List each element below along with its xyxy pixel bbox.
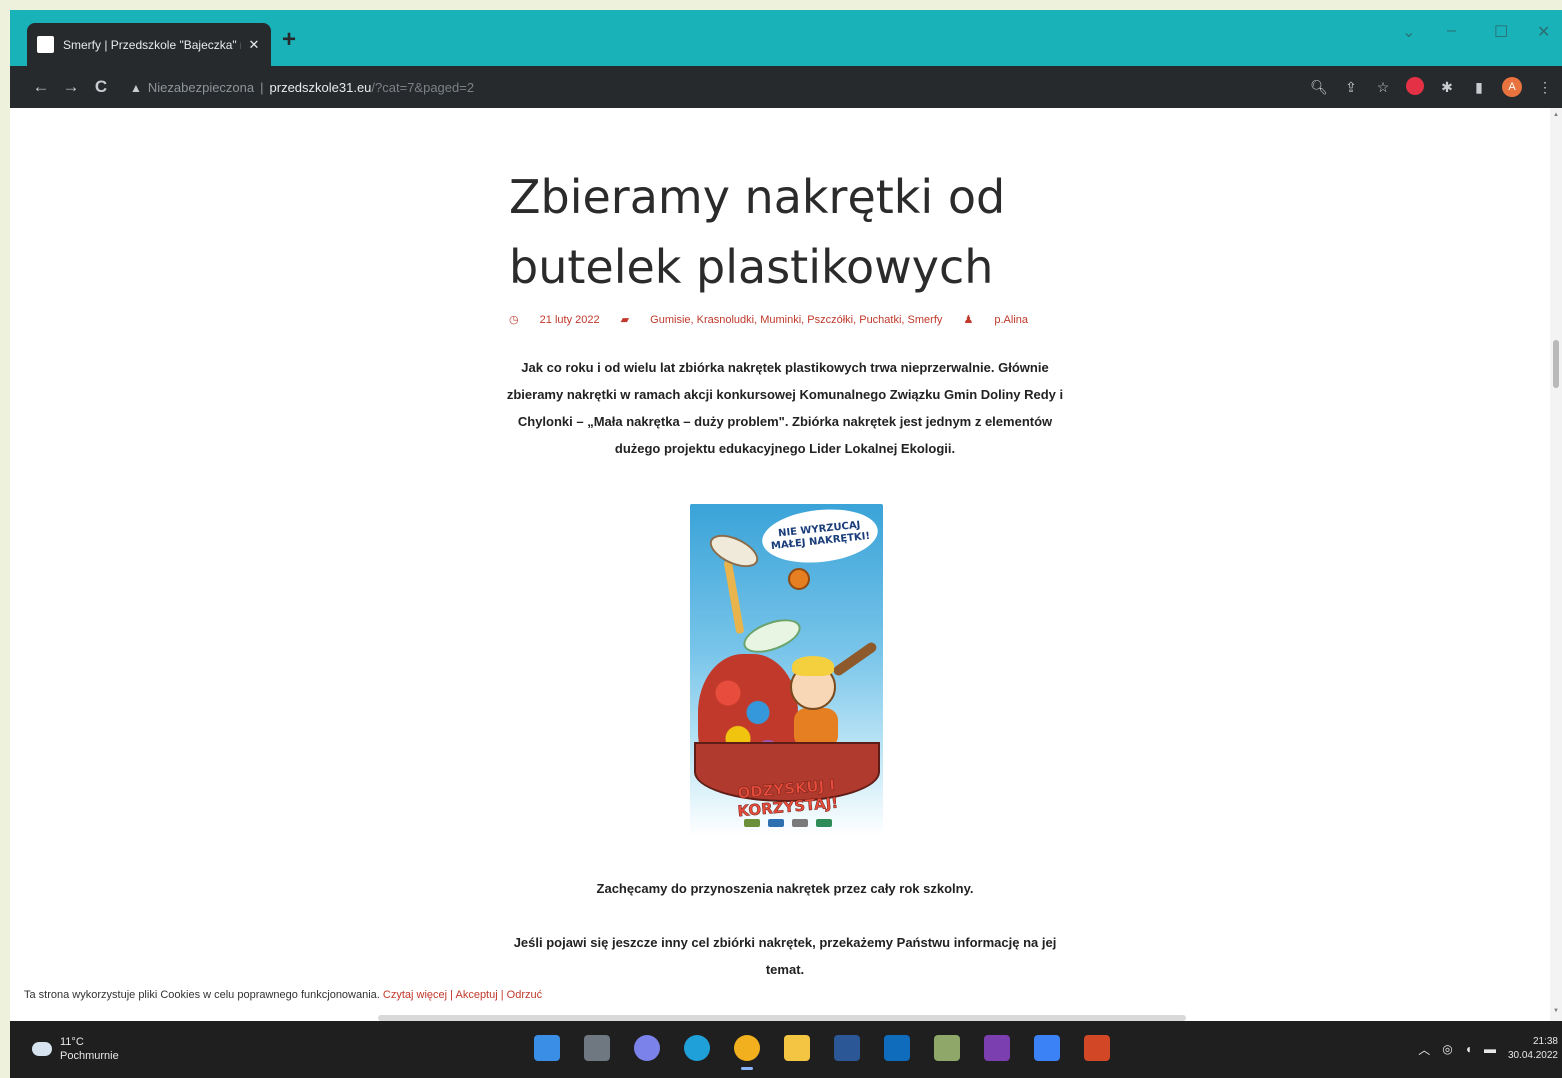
poster-stork-head [704,528,764,574]
poster-paddle [831,640,879,678]
chrome-icon[interactable] [734,1035,760,1070]
tab-close-icon[interactable]: ✕ [247,37,261,53]
cookie-bar: Ta strona wykorzystuje pliki Cookies w c… [24,989,542,1001]
sponsor-logo [816,819,832,827]
cookie-text: Ta strona wykorzystuje pliki Cookies w c… [24,989,380,1001]
file-explorer-icon[interactable] [784,1035,810,1061]
scroll-down-arrow-icon[interactable]: ▼ [1553,1008,1559,1014]
browser-toolbar: ← → C ▲ Niezabezpieczona | przedszkole31… [10,66,1562,108]
poster-logos [708,816,868,830]
volume-icon[interactable]: ◖ [1465,1042,1472,1056]
outlook-icon[interactable] [884,1035,910,1061]
vertical-scrollbar[interactable]: ▲ ▼ [1550,108,1562,1021]
adblock-extension-icon[interactable] [1406,76,1424,98]
windows-taskbar: 11°C Pochmurnie ︿ ◎ ◖ ▬ 21:38 30.04.2022 [10,1021,1562,1078]
tab-search-icon[interactable]: ⌄ [1402,22,1415,42]
post-title[interactable]: Zbieramy nakrętki od butelek plastikowyc… [509,162,1109,302]
poster-speech-bubble: NIE WYRZUCAJ MAŁEJ NAKRĘTKI! [759,504,881,568]
edge-icon[interactable] [684,1035,710,1061]
minimize-button[interactable]: – [1447,22,1456,40]
security-label[interactable]: Niezabezpieczona [148,80,254,95]
onenote-icon[interactable] [984,1035,1010,1061]
post-date[interactable]: ◷ 21 luty 2022 [509,314,600,326]
poster-scarf [739,612,805,660]
battery-icon[interactable]: ▬ [1484,1042,1496,1056]
new-tab-button[interactable]: + [282,28,296,52]
extensions-puzzle-icon[interactable]: ✱ [1438,79,1456,96]
sponsor-logo [744,819,760,827]
share-icon[interactable]: ⇪ [1342,79,1360,96]
scroll-up-arrow-icon[interactable]: ▲ [1553,112,1559,118]
sponsor-logo [792,819,808,827]
zoom-icon[interactable]: 🔍︎ [1310,79,1328,96]
weather-temperature: 11°C [60,1036,84,1048]
clock-date: 30.04.2022 [1507,1050,1558,1061]
taskbar-apps [534,1035,1110,1070]
clock-icon: ◷ [509,314,522,326]
close-window-button[interactable]: ✕ [1537,22,1550,42]
post-paragraph-encourage: Zachęcamy do przynoszenia nakrętek przez… [596,881,974,896]
system-tray: ︿ ◎ ◖ ▬ 21:38 30.04.2022 [1418,1035,1558,1063]
tab-title: Smerfy | Przedszkole "Bajeczka" n [63,37,241,52]
cookie-separator: | [450,989,454,1001]
browser-tab-active[interactable]: Smerfy | Przedszkole "Bajeczka" n ✕ [27,23,271,66]
favicon-icon [37,36,54,53]
back-button[interactable]: ← [26,77,56,97]
toolbar-icons: 🔍︎ ⇪ ☆ ✱ ▮ A ⋮ [1310,66,1554,108]
profile-avatar[interactable]: A [1502,77,1522,97]
address-bar[interactable]: ▲ Niezabezpieczona | przedszkole31.eu /?… [130,74,1290,101]
weather-widget[interactable]: 11°C Pochmurnie [32,1035,119,1063]
post-paragraph-intro: Jak co roku i od wielu lat zbiórka nakrę… [506,360,1064,456]
cookie-separator: | [500,989,504,1001]
menu-icon[interactable]: ⋮ [1536,79,1554,96]
cookie-reject-link[interactable]: Odrzuć [507,989,542,1001]
start-icon[interactable] [534,1035,560,1061]
warning-triangle-icon[interactable]: ▲ [130,81,142,95]
maximize-button[interactable]: ☐ [1494,22,1508,42]
teams-chat-icon[interactable] [634,1035,660,1061]
post-categories[interactable]: ▰ Gumisie, Krasnoludki, Muminki, Pszczół… [621,314,943,326]
address-separator: | [260,80,264,95]
clock-time: 21:38 [1532,1036,1558,1047]
desktop-screen: Smerfy | Przedszkole "Bajeczka" n ✕ + ⌄ … [10,10,1562,1078]
bookmark-star-icon[interactable]: ☆ [1374,79,1392,96]
paint-icon[interactable] [1034,1035,1060,1061]
browser-tabstrip: Smerfy | Przedszkole "Bajeczka" n ✕ + ⌄ … [10,10,1562,66]
word-icon[interactable] [834,1035,860,1061]
poster-boy-hair [792,656,834,676]
folder-icon: ▰ [620,314,633,326]
task-view-icon[interactable] [584,1035,610,1061]
poster-bottle-cap [788,568,810,590]
wifi-icon[interactable]: ◎ [1442,1042,1452,1056]
poster-image[interactable]: NIE WYRZUCAJ MAŁEJ NAKRĘTKI! ODZYSKUJ I … [690,504,883,836]
tray-overflow-chevron-icon[interactable]: ︿ [1418,1041,1430,1058]
poster-stork-beak [723,559,745,635]
address-host[interactable]: przedszkole31.eu [270,80,372,95]
cloud-icon [32,1042,52,1056]
cookie-accept-link[interactable]: Akceptuj [455,989,497,1001]
weather-description: Pochmurnie [60,1050,119,1062]
post-meta: ◷ 21 luty 2022 ▰ Gumisie, Krasnoludki, M… [509,313,1046,326]
cookie-read-more-link[interactable]: Czytaj więcej [383,989,447,1001]
calculator-icon[interactable] [934,1035,960,1061]
page-content: Zbieramy nakrętki od butelek plastikowyc… [10,108,1550,1021]
forward-button[interactable]: → [56,77,86,97]
side-panel-icon[interactable]: ▮ [1470,79,1488,96]
address-path[interactable]: /?cat=7&paged=2 [371,80,474,95]
taskbar-clock[interactable]: 21:38 30.04.2022 [1508,1035,1558,1063]
post-paragraph-info: Jeśli pojawi się jeszcze inny cel zbiórk… [513,935,1057,977]
scroll-thumb[interactable] [1553,340,1559,388]
reload-button[interactable]: C [86,77,116,97]
post-author[interactable]: ♟ p.Alina [963,314,1028,326]
sponsor-logo [768,819,784,827]
user-icon: ♟ [963,314,977,326]
powerpoint-icon[interactable] [1084,1035,1110,1061]
